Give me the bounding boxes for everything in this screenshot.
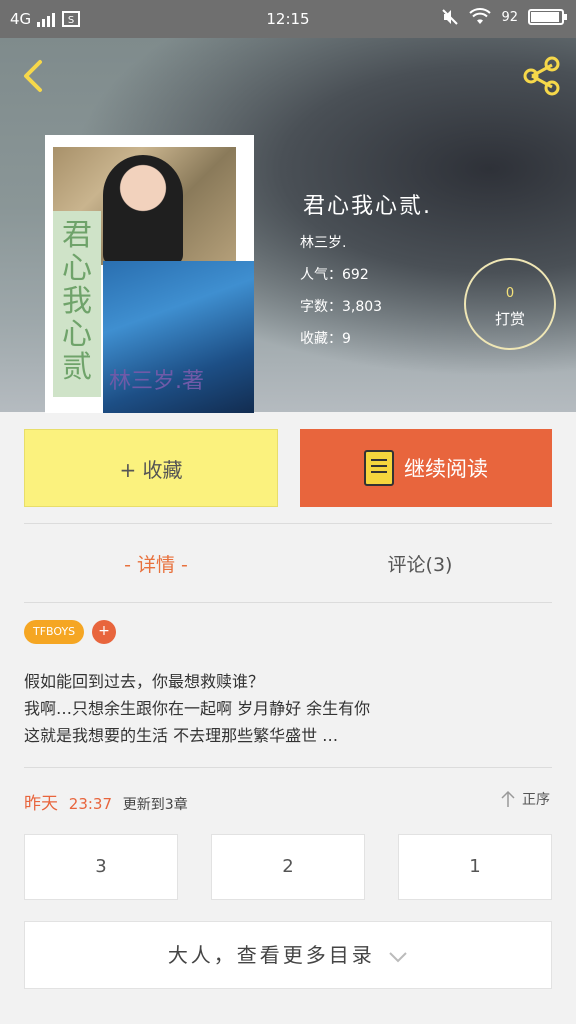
update-info: 昨天 23:37 更新到3章 xyxy=(24,789,188,814)
book-cover[interactable]: 君心我心贰 林三岁.著 xyxy=(45,135,254,413)
book-description: 假如能回到过去，你最想救赎谁？ 我啊…只想余生跟你在一起啊 岁月静好 余生有你 … xyxy=(24,668,554,749)
book-popularity: 人气：692 xyxy=(300,267,369,283)
share-icon[interactable] xyxy=(520,54,564,98)
update-time: 23:37 xyxy=(68,795,113,813)
chapter-button[interactable]: 1 xyxy=(398,834,552,900)
book-favorites: 收藏：9 xyxy=(300,331,351,347)
favorites-label: + 收藏 xyxy=(119,457,183,482)
cover-title: 君心我心贰 xyxy=(62,218,92,385)
status-bar: 4G S 12:15 92 xyxy=(0,0,576,38)
arrow-up-icon xyxy=(501,790,515,807)
tip-button[interactable]: 0 打赏 xyxy=(464,258,556,350)
divider xyxy=(24,767,552,768)
chapter-button[interactable]: 3 xyxy=(24,834,178,900)
update-text: 更新到3章 xyxy=(122,797,188,813)
tab-comments[interactable]: 评论(3) xyxy=(288,540,552,590)
divider xyxy=(24,602,552,603)
tag-chip[interactable]: TFBOYS xyxy=(24,620,85,644)
chapter-button[interactable]: 2 xyxy=(211,834,365,900)
add-to-favorites-button[interactable]: + 收藏 xyxy=(24,429,278,507)
more-toc-label: 大人，查看更多目录 xyxy=(167,943,375,967)
book-word-count: 字数：3,803 xyxy=(300,299,383,315)
back-arrow-icon[interactable] xyxy=(14,56,54,96)
continue-reading-label: 继续阅读 xyxy=(404,457,488,481)
tip-label: 打赏 xyxy=(494,310,525,328)
tab-detail[interactable]: - 详情 - xyxy=(24,540,288,590)
description-line: 我啊…只想余生跟你在一起啊 岁月静好 余生有你 xyxy=(24,699,371,718)
battery-percent: 92 xyxy=(501,9,518,25)
continue-reading-button[interactable]: 继续阅读 xyxy=(300,429,552,507)
description-line: 这就是我想要的生活 不去理那些繁华盛世 … xyxy=(24,726,339,745)
sort-order-label: 正序 xyxy=(522,792,550,808)
tip-count: 0 xyxy=(505,286,515,301)
update-day: 昨天 xyxy=(24,794,58,814)
divider xyxy=(24,523,552,524)
battery-icon xyxy=(528,9,567,25)
more-toc-button[interactable]: 大人，查看更多目录 xyxy=(24,921,552,989)
sort-order-toggle[interactable]: 正序 xyxy=(500,789,550,809)
book-author: 林三岁. xyxy=(300,235,347,251)
cover-author: 林三岁.著 xyxy=(109,369,204,394)
chevron-down-icon xyxy=(389,951,407,962)
book-header: 君心我心贰 林三岁.著 君心我心贰. 林三岁. 人气：692 字数：3,803 … xyxy=(0,38,576,413)
book-icon xyxy=(364,450,394,486)
description-line: 假如能回到过去，你最想救赎谁？ xyxy=(24,672,265,691)
book-title: 君心我心贰. xyxy=(303,194,432,219)
add-tag-button[interactable]: + xyxy=(92,620,116,644)
wifi-icon xyxy=(469,8,492,24)
mute-icon xyxy=(442,9,459,25)
